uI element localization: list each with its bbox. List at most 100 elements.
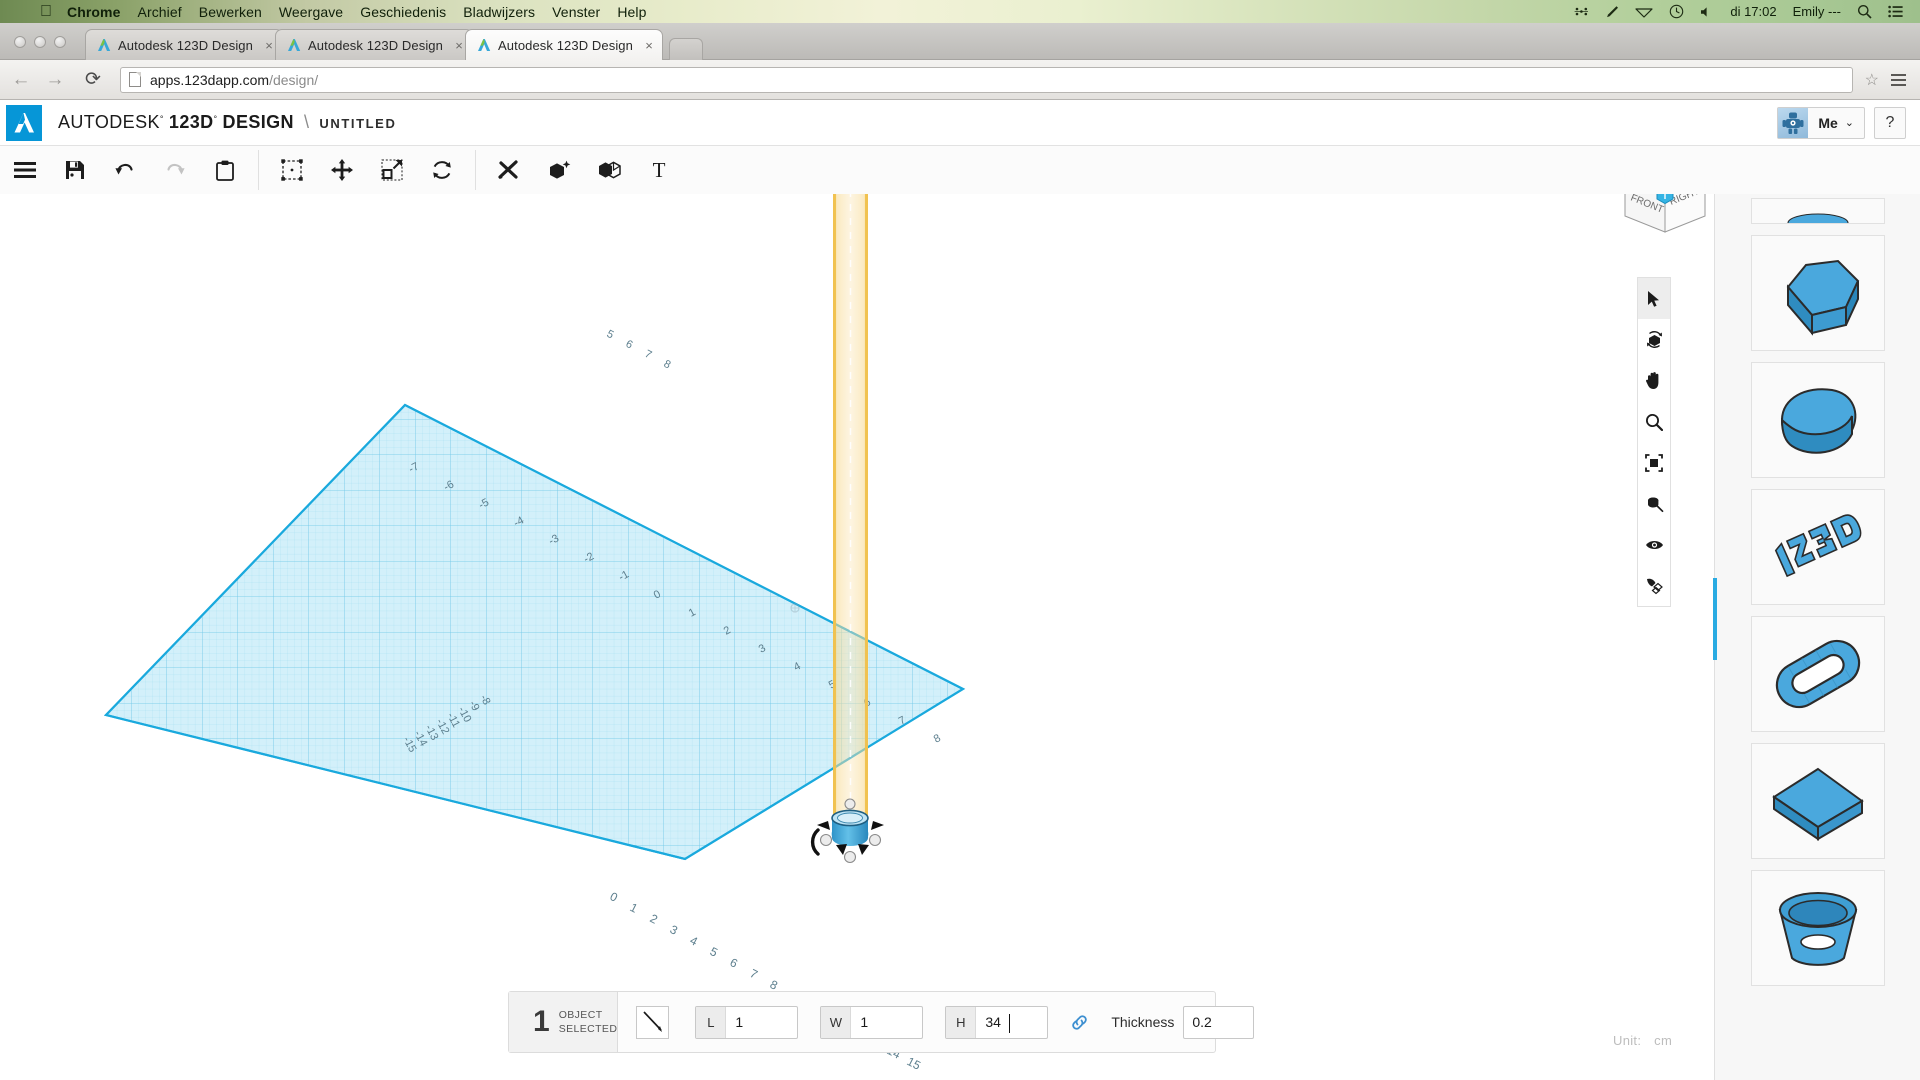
object-property-bar: 1 OBJECT SELECTED L 1 W 1 H 34 Thickness… <box>508 991 1255 1053</box>
svg-text:2: 2 <box>648 911 661 927</box>
primitives-icon[interactable] <box>534 146 584 194</box>
length-field[interactable]: L 1 <box>695 1005 799 1039</box>
bookmark-star-icon[interactable]: ☆ <box>1865 70 1879 90</box>
browser-tab-2-close[interactable]: × <box>452 39 466 52</box>
wifi-icon[interactable] <box>1635 6 1653 18</box>
chevron-down-icon: ⌄ <box>1844 117 1854 129</box>
width-field-label: W <box>821 1006 852 1038</box>
selection-label-line1: OBJECT <box>558 1008 603 1021</box>
user-label[interactable]: Emily --- <box>1793 4 1841 19</box>
user-menu-button[interactable]: Me ⌄ <box>1777 106 1865 139</box>
reload-button[interactable]: ⟳ <box>80 67 106 93</box>
menu-venster[interactable]: Venster <box>552 4 600 20</box>
fit-to-view-icon[interactable] <box>1638 442 1670 483</box>
scale-icon[interactable] <box>367 146 417 194</box>
primitive-half-cylinder[interactable] <box>1750 362 1885 478</box>
zoom-magnifier-icon[interactable] <box>1638 401 1670 442</box>
menu-bladwijzers[interactable]: Bladwijzers <box>463 4 535 20</box>
primitives-shape-list[interactable] <box>1715 198 1920 1080</box>
material-icon[interactable] <box>1638 565 1670 606</box>
cursor-select-icon[interactable] <box>1638 278 1670 319</box>
browser-tab-3-close[interactable]: × <box>642 39 656 52</box>
address-bar[interactable]: apps.123dapp.com /design/ <box>120 66 1853 93</box>
primitive-partial-top[interactable] <box>1750 198 1885 224</box>
save-icon[interactable] <box>50 146 100 194</box>
dropbox-icon[interactable] <box>1574 5 1589 18</box>
primitive-flat-plate[interactable] <box>1750 743 1885 859</box>
height-field-value[interactable]: 34 <box>976 1007 1047 1038</box>
volume-icon[interactable] <box>1700 6 1714 18</box>
time-machine-icon[interactable] <box>1669 4 1684 19</box>
selected-object[interactable] <box>831 809 869 846</box>
design-canvas[interactable]: -7 -6 -5 -4 -3 -2 -1 0 1 2 3 4 5 6 7 8 8… <box>0 194 1714 1080</box>
undo-icon[interactable] <box>100 146 150 194</box>
origin-marker <box>790 603 800 613</box>
zoom-object-icon[interactable] <box>1638 483 1670 524</box>
spotlight-search-icon[interactable] <box>1857 4 1872 19</box>
svg-text:4: 4 <box>688 933 701 949</box>
length-field-value[interactable]: 1 <box>726 1007 797 1038</box>
height-field-label: H <box>946 1006 977 1038</box>
menu-geschiedenis[interactable]: Geschiedenis <box>360 4 446 20</box>
toolbar-group-transform <box>267 146 467 194</box>
apple-logo-icon[interactable]:  <box>40 3 52 20</box>
height-field[interactable]: H 34 <box>945 1005 1049 1039</box>
width-field-value[interactable]: 1 <box>851 1007 922 1038</box>
menu-bewerken[interactable]: Bewerken <box>199 4 262 20</box>
width-field[interactable]: W 1 <box>820 1005 924 1039</box>
new-tab-button[interactable] <box>669 38 703 60</box>
primitive-hollow-cup[interactable] <box>1750 870 1885 986</box>
window-close-button[interactable] <box>14 36 26 48</box>
browser-tab-2[interactable]: Autodesk 123D Design × <box>275 29 473 60</box>
notification-center-icon[interactable] <box>1888 5 1903 18</box>
back-button[interactable]: ← <box>8 67 34 93</box>
primitive-hexagon-prism[interactable] <box>1750 235 1885 351</box>
pan-hand-icon[interactable] <box>1638 360 1670 401</box>
svg-text:1: 1 <box>628 900 641 916</box>
svg-text:5: 5 <box>708 944 721 960</box>
redo-icon[interactable] <box>150 146 200 194</box>
move-icon[interactable] <box>317 146 367 194</box>
product-name-2: DESIGN <box>222 112 294 132</box>
browser-tab-3-label: Autodesk 123D Design <box>498 37 633 53</box>
svg-text:8: 8 <box>662 358 673 371</box>
visibility-eye-icon[interactable] <box>1638 524 1670 565</box>
autodesk-logo-icon[interactable] <box>6 104 42 141</box>
browser-tab-3[interactable]: Autodesk 123D Design × <box>465 29 663 60</box>
line-tool-thumbnail[interactable] <box>636 1005 670 1039</box>
autodesk-favicon <box>476 37 492 53</box>
property-fields: L 1 W 1 H 34 Thickness 0.2 <box>618 992 1255 1052</box>
user-avatar <box>1778 107 1809 138</box>
paste-icon[interactable] <box>200 146 250 194</box>
combine-icon[interactable] <box>584 146 634 194</box>
window-minimize-button[interactable] <box>34 36 46 48</box>
forward-button[interactable]: → <box>42 67 68 93</box>
orbit-icon[interactable] <box>1638 319 1670 360</box>
primitive-123d-text[interactable] <box>1750 489 1885 605</box>
title-separator: \ <box>303 112 310 132</box>
tab-list: Autodesk 123D Design × Autodesk 123D Des… <box>85 29 703 60</box>
menu-chrome[interactable]: Chrome <box>67 4 121 20</box>
rotate-icon[interactable] <box>417 146 467 194</box>
panel-scroll-indicator[interactable] <box>1713 578 1717 660</box>
link-chain-icon[interactable] <box>1070 1013 1089 1032</box>
sketch-icon[interactable] <box>484 146 534 194</box>
browser-tab-1[interactable]: Autodesk 123D Design × <box>85 29 283 60</box>
clock-label[interactable]: di 17:02 <box>1730 4 1776 19</box>
menu-weergave[interactable]: Weergave <box>279 4 343 20</box>
chrome-menu-icon[interactable] <box>1891 73 1906 86</box>
menu-icon[interactable] <box>0 146 50 194</box>
pen-icon[interactable] <box>1605 5 1619 19</box>
browser-tab-1-close[interactable]: × <box>262 39 276 52</box>
macos-menu-items:  Chrome Archief Bewerken Weergave Gesch… <box>0 3 647 20</box>
help-button[interactable]: ? <box>1874 106 1906 139</box>
extrude-preview-column <box>833 194 868 834</box>
menu-help[interactable]: Help <box>617 4 646 20</box>
primitive-torus-oval[interactable] <box>1750 616 1885 732</box>
menu-archief[interactable]: Archief <box>138 4 182 20</box>
window-zoom-button[interactable] <box>54 36 66 48</box>
thickness-field[interactable]: 0.2 <box>1183 1005 1255 1039</box>
window-controls <box>14 36 66 48</box>
text-icon[interactable]: T <box>634 146 684 194</box>
select-box-icon[interactable] <box>267 146 317 194</box>
